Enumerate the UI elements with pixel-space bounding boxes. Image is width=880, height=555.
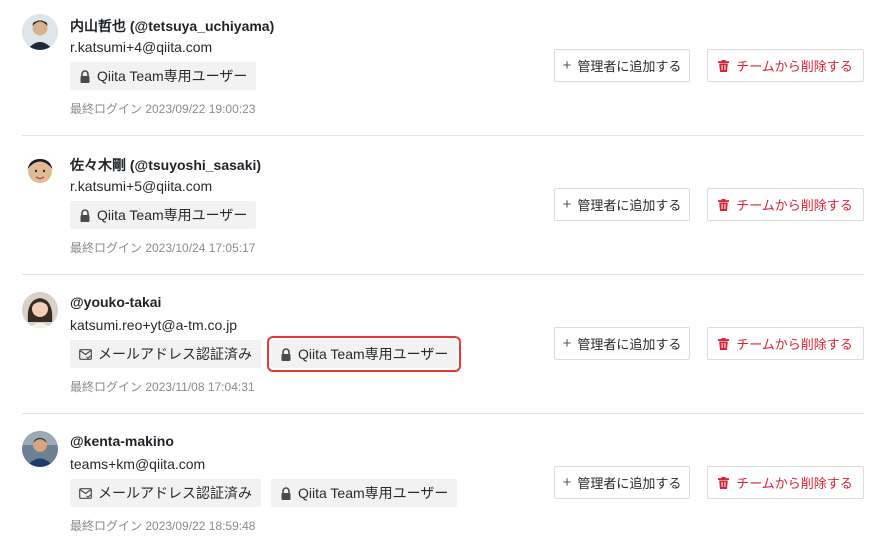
badge-label: Qiita Team専用ユーザー: [97, 207, 248, 223]
remove-from-team-button[interactable]: チームから削除する: [707, 188, 864, 221]
email-verified-badge: メールアドレス認証済み: [70, 340, 261, 368]
last-login: 最終ログイン 2023/09/22 19:00:23: [70, 102, 256, 116]
member-row: 内山哲也 (@tetsuya_uchiyama) r.katsumi+4@qii…: [0, 0, 880, 138]
member-row: @kenta-makino teams+km@qiita.com メールアドレス…: [0, 417, 880, 555]
avatar[interactable]: [22, 14, 58, 50]
member-email: teams+km@qiita.com: [70, 456, 206, 472]
last-login: 最終ログイン 2023/09/22 18:59:48: [70, 519, 256, 533]
remove-label: チームから削除する: [736, 337, 853, 352]
remove-label: チームから削除する: [736, 59, 853, 74]
badge-label: メールアドレス認証済み: [98, 485, 252, 501]
avatar[interactable]: [22, 431, 58, 467]
avatar[interactable]: [22, 153, 58, 189]
trash-icon: [718, 59, 730, 72]
plus-icon: +: [562, 335, 572, 352]
badge-group: メールアドレス認証済み Qiita Team専用ユーザー: [70, 479, 458, 507]
badge-group: Qiita Team専用ユーザー: [70, 201, 257, 229]
trash-icon: [718, 476, 730, 489]
add-admin-label: 管理者に追加する: [577, 337, 682, 352]
remove-label: チームから削除する: [736, 476, 853, 491]
divider: [22, 135, 864, 136]
divider: [22, 274, 864, 275]
member-email: r.katsumi+4@qiita.com: [70, 39, 213, 55]
add-admin-button[interactable]: + 管理者に追加する: [554, 49, 690, 82]
remove-from-team-button[interactable]: チームから削除する: [707, 49, 864, 82]
remove-from-team-button[interactable]: チームから削除する: [707, 327, 864, 360]
remove-label: チームから削除する: [736, 198, 853, 213]
member-name[interactable]: @kenta-makino: [70, 433, 174, 449]
member-name[interactable]: 佐々木剛 (@tsuyoshi_sasaki): [70, 155, 261, 175]
member-row: @youko-takai katsumi.reo+yt@a-tm.co.jp メ…: [0, 278, 880, 416]
add-admin-button[interactable]: + 管理者に追加する: [554, 327, 690, 360]
member-email: r.katsumi+5@qiita.com: [70, 178, 213, 194]
lock-icon: [280, 486, 292, 500]
lock-icon: [280, 347, 292, 361]
add-admin-label: 管理者に追加する: [577, 476, 682, 491]
plus-icon: +: [562, 57, 572, 74]
last-login: 最終ログイン 2023/10/24 17:05:17: [70, 241, 256, 255]
avatar[interactable]: [22, 292, 58, 328]
team-user-badge: Qiita Team専用ユーザー: [266, 336, 462, 372]
team-user-badge: Qiita Team専用ユーザー: [70, 201, 257, 229]
team-user-badge: Qiita Team専用ユーザー: [271, 479, 458, 507]
member-name[interactable]: @youko-takai: [70, 294, 161, 310]
add-admin-label: 管理者に追加する: [577, 59, 682, 74]
member-name[interactable]: 内山哲也 (@tetsuya_uchiyama): [70, 16, 274, 36]
last-login: 最終ログイン 2023/11/08 17:04:31: [70, 380, 255, 394]
add-admin-label: 管理者に追加する: [577, 198, 682, 213]
plus-icon: +: [562, 474, 572, 491]
remove-from-team-button[interactable]: チームから削除する: [707, 466, 864, 499]
lock-icon: [79, 69, 91, 83]
member-email: katsumi.reo+yt@a-tm.co.jp: [70, 317, 238, 333]
mail-check-icon: [79, 487, 92, 499]
divider: [22, 413, 864, 414]
trash-icon: [718, 198, 730, 211]
member-row: 佐々木剛 (@tsuyoshi_sasaki) r.katsumi+5@qiit…: [0, 139, 880, 277]
trash-icon: [718, 337, 730, 350]
plus-icon: +: [562, 196, 572, 213]
badge-group: メールアドレス認証済み Qiita Team専用ユーザー: [70, 336, 462, 372]
email-verified-badge: メールアドレス認証済み: [70, 479, 261, 507]
badge-label: Qiita Team専用ユーザー: [97, 68, 248, 84]
add-admin-button[interactable]: + 管理者に追加する: [554, 188, 690, 221]
badge-label: メールアドレス認証済み: [98, 346, 252, 362]
mail-check-icon: [79, 348, 92, 360]
lock-icon: [79, 208, 91, 222]
badge-label: Qiita Team専用ユーザー: [298, 485, 449, 501]
team-user-badge: Qiita Team専用ユーザー: [70, 62, 257, 90]
badge-label: Qiita Team専用ユーザー: [298, 346, 449, 362]
add-admin-button[interactable]: + 管理者に追加する: [554, 466, 690, 499]
badge-group: Qiita Team専用ユーザー: [70, 62, 257, 90]
